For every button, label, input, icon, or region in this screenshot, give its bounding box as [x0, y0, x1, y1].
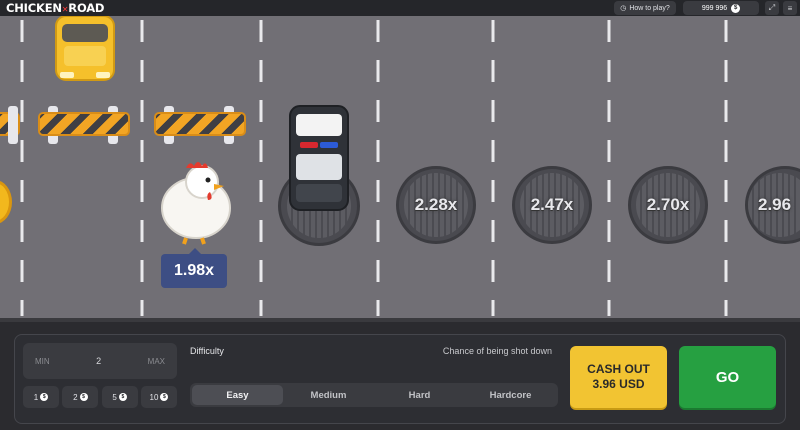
road-barrier — [0, 106, 20, 144]
quick-bet-chip[interactable]: 1 $ — [23, 386, 59, 408]
road-curb — [0, 318, 800, 322]
quick-bet-chips: 1 $ 2 $ 5 $ 10 $ — [23, 386, 177, 408]
logo-word-road: ROAD — [68, 1, 105, 15]
lane-multiplier-plate[interactable]: 2.47x — [512, 166, 592, 244]
lane-multiplier-label: 2.47x — [530, 195, 574, 214]
quick-bet-chip[interactable]: 5 $ — [101, 386, 138, 408]
difficulty-tab-easy[interactable]: Easy — [192, 385, 283, 405]
difficulty-tab-medium[interactable]: Medium — [283, 385, 374, 405]
difficulty-label: Difficulty — [190, 346, 224, 356]
lane-multiplier-label: 2.70x — [646, 195, 690, 214]
police-car-icon — [289, 105, 349, 211]
go-button[interactable]: GO — [679, 346, 776, 408]
lane-multiplier-plate[interactable]: 2.28x — [396, 166, 476, 244]
clock-icon: ◷ — [620, 5, 627, 12]
current-multiplier-value: 1.98x — [173, 262, 215, 279]
difficulty-tab-hard[interactable]: Hard — [374, 385, 465, 405]
lane-multiplier-plate[interactable]: 2.70x — [628, 166, 708, 244]
current-multiplier-badge: 1.98x — [161, 248, 227, 288]
taxi-car-icon — [55, 16, 115, 81]
dollar-coin-icon: $ — [731, 3, 741, 13]
dollar-coin-icon: $ — [118, 393, 127, 401]
how-to-play-label: How to play? — [629, 4, 670, 12]
bet-min-button[interactable]: MIN — [35, 357, 50, 366]
road-barrier — [154, 106, 246, 144]
dollar-coin-icon: $ — [40, 393, 49, 401]
balance-value: 999 996 — [701, 4, 728, 12]
hamburger-menu-icon: ≡ — [787, 3, 793, 13]
fullscreen-button[interactable]: ⤢ — [765, 1, 779, 15]
game-logo: CHICKEN✕ROAD — [6, 1, 104, 15]
logo-word-chicken: CHICKEN — [6, 1, 62, 15]
lane-multiplier-label: 2.28x — [414, 195, 458, 214]
quick-bet-chip[interactable]: 2 $ — [62, 386, 99, 408]
cash-out-label: CASH OUT — [587, 362, 650, 376]
lane-multiplier-label: 2.96 — [758, 195, 792, 214]
balance-display: 999 996 $ — [683, 1, 759, 15]
fullscreen-icon: ⤢ — [768, 3, 776, 12]
top-bar: CHICKEN✕ROAD ◷ How to play? 999 996 $ ⤢ … — [0, 0, 800, 16]
chance-label: Chance of being shot down — [442, 346, 552, 356]
road-barrier — [38, 106, 130, 144]
chicken-player-icon — [161, 162, 231, 245]
how-to-play-button[interactable]: ◷ How to play? — [614, 1, 676, 15]
bet-amount-value[interactable]: 2 — [96, 356, 101, 366]
quick-bet-chip[interactable]: 10 $ — [140, 386, 177, 408]
menu-button[interactable]: ≡ — [783, 1, 797, 15]
difficulty-tab-hardcore[interactable]: Hardcore — [465, 385, 556, 405]
game-screen: CHICKEN✕ROAD ◷ How to play? 999 996 $ ⤢ … — [0, 0, 800, 430]
go-label: GO — [715, 368, 740, 386]
dollar-coin-icon: $ — [160, 393, 169, 401]
bet-max-button[interactable]: MAX — [148, 357, 165, 366]
difficulty-selector: Easy Medium Hard Hardcore — [190, 383, 558, 407]
cash-out-amount: 3.96 USD — [592, 377, 645, 391]
dollar-coin-icon: $ — [79, 393, 88, 401]
bet-amount-field[interactable]: MIN 2 MAX — [23, 343, 177, 379]
cash-out-button[interactable]: CASH OUT 3.96 USD — [570, 346, 667, 408]
